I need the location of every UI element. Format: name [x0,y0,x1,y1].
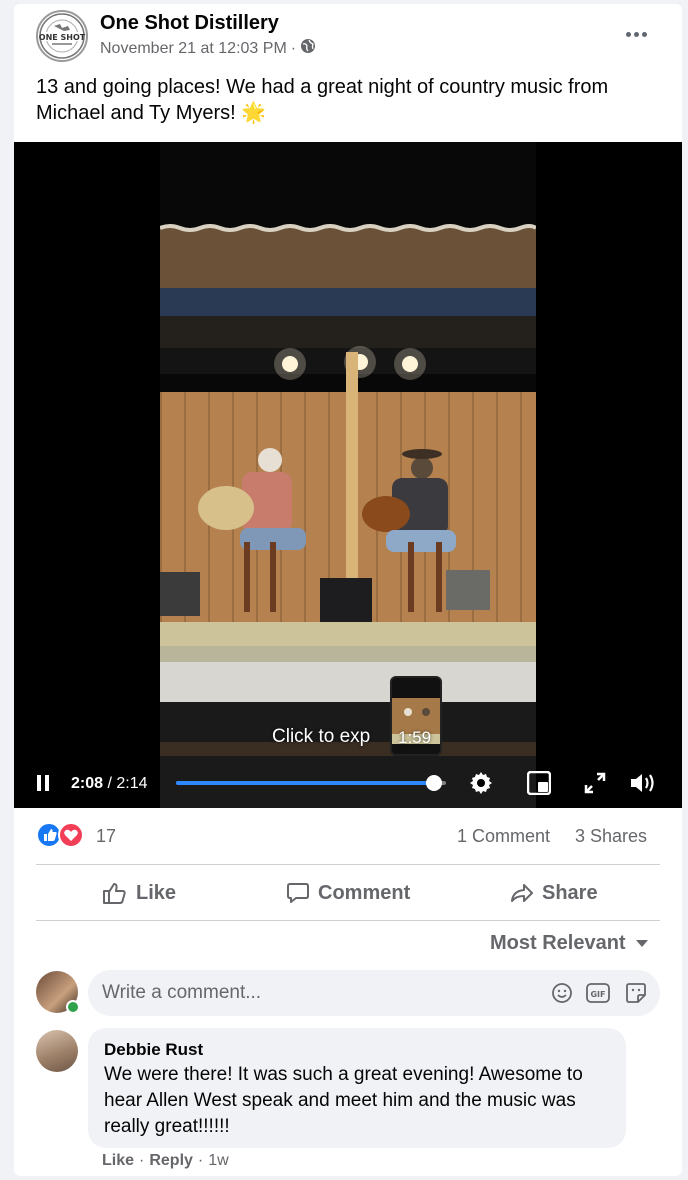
dot-icon [625,31,631,37]
divider [36,920,660,921]
comment-age[interactable]: 1w [208,1152,228,1170]
fullscreen-button[interactable] [580,768,610,798]
progress-knob[interactable] [425,775,442,791]
comment-actions: Like · Reply · 1w [102,1152,229,1170]
video-time-display: 2:08 / 2:14 [71,775,148,793]
total-duration: 2:14 [116,775,148,792]
divider [36,864,660,865]
sort-comments-dropdown[interactable]: Most Relevant [490,932,648,955]
comment-composer[interactable]: GIF [88,970,660,1016]
online-status-dot [66,1000,80,1014]
comment-text: We were there! It was such a great eveni… [104,1064,583,1137]
commenter-avatar[interactable] [36,1030,78,1072]
comment-button[interactable]: Comment [286,870,410,916]
page-avatar[interactable]: ONE SHOT [36,10,88,62]
pause-button[interactable] [28,768,58,798]
video-scene-image [160,142,536,808]
share-label: Share [542,881,598,904]
reaction-icons[interactable] [36,822,86,848]
one-shot-logo-icon: ONE SHOT [39,13,86,59]
volume-button[interactable] [628,768,658,798]
progress-bar[interactable] [176,775,446,791]
pause-icon [37,775,49,791]
dot-icon [633,31,639,37]
picture-in-picture-button[interactable] [524,768,554,798]
comment-action-separator: · [139,1152,145,1169]
post-text: 13 and going places! We had a great nigh… [36,76,609,124]
post-header: ONE SHOT One Shot Distillery November 21… [14,4,682,68]
comment-input[interactable] [102,970,542,1016]
thumbs-up-icon [103,883,126,904]
seek-tooltip-text: Click to exp [272,726,371,747]
svg-text:ONE SHOT: ONE SHOT [39,33,86,42]
like-label: Like [136,881,177,904]
sticker-icon [626,983,646,1003]
caret-down-icon [635,940,648,947]
fullscreen-icon [584,772,606,794]
current-time: 2:08 [71,775,104,792]
seek-preview-time: 1:59 [398,728,432,747]
globe-icon[interactable] [300,38,316,59]
share-arrow-icon [511,884,533,902]
smiley-icon [552,983,572,1003]
more-options-button[interactable] [620,18,652,50]
comment-bubble-icon [287,883,309,903]
comment-reply-link[interactable]: Reply [149,1152,193,1170]
picture-in-picture-icon [527,771,551,795]
progress-fill [176,781,434,785]
gif-button[interactable]: GIF [586,981,610,1005]
time-separator: / [103,775,117,792]
page-name[interactable]: One Shot Distillery [100,12,279,35]
comment-bubble: Debbie Rust We were there! It was such a… [88,1028,626,1148]
dot-icon [641,31,647,37]
share-count-link[interactable]: 3 Shares [575,826,647,847]
share-button[interactable]: Share [510,870,598,916]
sort-label: Most Relevant [490,932,626,954]
reactions-row: 17 1 Comment 3 Shares [14,820,682,850]
comment-like-link[interactable]: Like [102,1152,134,1170]
meta-separator: · [290,39,297,57]
comment-author[interactable]: Debbie Rust [104,1040,203,1060]
post-card: ONE SHOT One Shot Distillery November 21… [14,4,682,1176]
comment-count-link[interactable]: 1 Comment [457,826,550,847]
emoji-button[interactable] [550,981,574,1005]
sticker-button[interactable] [624,981,648,1005]
post-meta: November 21 at 12:03 PM · [100,38,316,59]
comment-label: Comment [318,881,411,904]
gear-icon [470,772,492,794]
video-player[interactable]: Click to exp 1:59 2:08 / 2:14 [14,142,682,808]
svg-text:GIF: GIF [590,990,605,999]
comment-action-separator: · [197,1152,204,1169]
video-frame[interactable] [160,142,536,808]
volume-icon [631,774,654,792]
like-button[interactable]: Like [102,870,176,916]
post-timestamp[interactable]: November 21 at 12:03 PM [100,40,287,58]
settings-button[interactable] [466,768,496,798]
reaction-count[interactable]: 17 [96,826,116,847]
video-controls: 2:08 / 2:14 [14,760,682,808]
gif-icon: GIF [586,983,610,1003]
